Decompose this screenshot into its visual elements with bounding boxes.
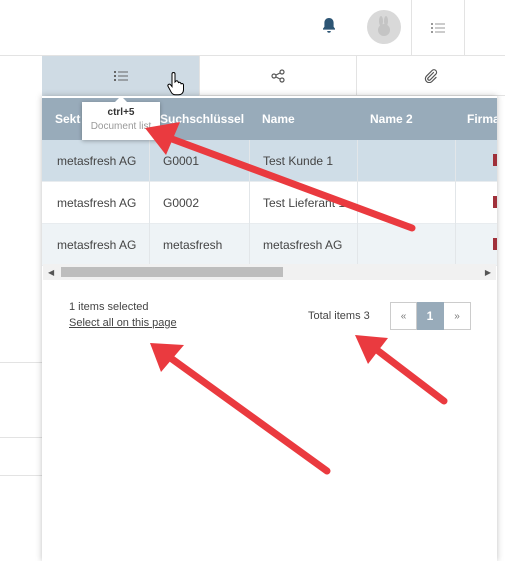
prev-page-button[interactable]: « bbox=[390, 302, 417, 330]
paperclip-icon bbox=[424, 69, 438, 83]
select-all-link[interactable]: Select all on this page bbox=[69, 317, 177, 329]
cell-firma bbox=[456, 224, 497, 266]
scroll-left-icon[interactable]: ◀ bbox=[48, 268, 54, 277]
list-icon bbox=[431, 23, 445, 33]
cell-firma bbox=[456, 182, 497, 224]
total-items: Total items 3 bbox=[308, 310, 370, 322]
table-row[interactable]: metasfresh AG G0002 Test Lieferant 1 bbox=[42, 182, 497, 224]
cell-suchschluessel: G0001 bbox=[150, 140, 250, 182]
tooltip-label: Document list bbox=[90, 121, 152, 132]
next-page-button[interactable]: » bbox=[444, 302, 471, 330]
cell-firma bbox=[456, 140, 497, 182]
side-list-button[interactable] bbox=[411, 0, 465, 56]
share-icon bbox=[271, 69, 285, 83]
cell-name2 bbox=[358, 224, 456, 266]
top-bar bbox=[0, 0, 505, 56]
status-mark bbox=[493, 238, 497, 250]
column-header-suchschluessel[interactable]: Suchschlüssel bbox=[150, 98, 250, 140]
hand-cursor-icon bbox=[167, 72, 184, 96]
cell-name: Test Kunde 1 bbox=[250, 140, 358, 182]
shortcut-tooltip: ctrl+5 Document list bbox=[82, 96, 160, 140]
tab-share[interactable] bbox=[200, 56, 357, 96]
list-icon bbox=[113, 71, 128, 81]
table-row[interactable]: metasfresh AG metasfresh metasfresh AG bbox=[42, 224, 497, 266]
column-header-name[interactable]: Name bbox=[250, 98, 358, 140]
cell-name: Test Lieferant 1 bbox=[250, 182, 358, 224]
cell-name2 bbox=[358, 140, 456, 182]
cell-sektion: metasfresh AG bbox=[42, 182, 150, 224]
column-header-firma[interactable]: Firma bbox=[456, 98, 497, 140]
pagination: « 1 » bbox=[390, 302, 471, 330]
cell-sektion: metasfresh AG bbox=[42, 140, 150, 182]
column-header-name2[interactable]: Name 2 bbox=[358, 98, 456, 140]
cell-name2 bbox=[358, 182, 456, 224]
rabbit-icon bbox=[378, 16, 390, 36]
status-mark bbox=[493, 154, 497, 166]
cell-name: metasfresh AG bbox=[250, 224, 358, 266]
user-avatar[interactable] bbox=[367, 10, 401, 44]
selection-count: 1 items selected bbox=[69, 301, 149, 313]
scrollbar-thumb[interactable] bbox=[61, 267, 283, 277]
scroll-right-icon[interactable]: ▶ bbox=[485, 268, 491, 277]
document-list-panel: Sekt Suchschlüssel Name Name 2 Firma met… bbox=[42, 96, 497, 561]
table-row[interactable]: metasfresh AG G0001 Test Kunde 1 bbox=[42, 140, 497, 182]
tooltip-shortcut: ctrl+5 bbox=[107, 107, 135, 118]
cell-suchschluessel: G0002 bbox=[150, 182, 250, 224]
page-button-current[interactable]: 1 bbox=[417, 302, 444, 330]
status-mark bbox=[493, 196, 497, 208]
cell-sektion: metasfresh AG bbox=[42, 224, 150, 266]
side-panel-tabs bbox=[42, 56, 505, 96]
bell-icon[interactable] bbox=[321, 17, 337, 35]
tab-attachments[interactable] bbox=[357, 56, 505, 96]
cell-suchschluessel: metasfresh bbox=[150, 224, 250, 266]
horizontal-scrollbar[interactable]: ◀ ▶ bbox=[43, 264, 496, 280]
